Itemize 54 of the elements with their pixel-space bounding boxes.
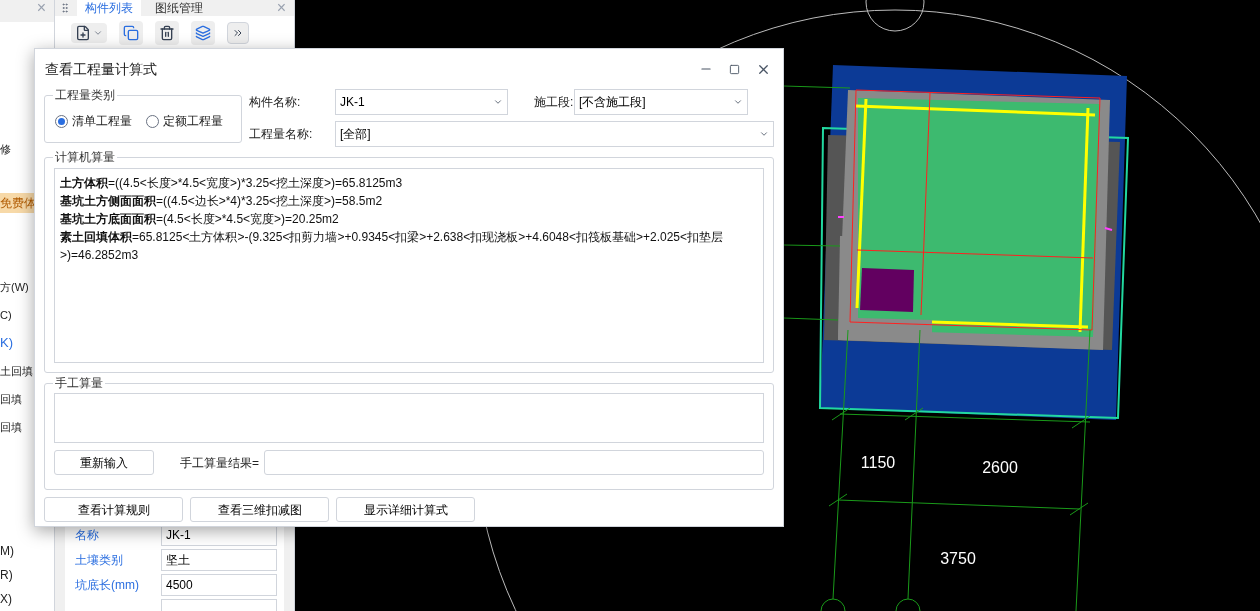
- maximize-icon[interactable]: [729, 63, 740, 75]
- manual-input-box[interactable]: [54, 393, 764, 443]
- dropdown-field[interactable]: [全部]: [335, 121, 774, 147]
- dropdown-field[interactable]: JK-1: [335, 89, 508, 115]
- dimension-text: 3750: [940, 550, 976, 567]
- action-button[interactable]: 显示详细计算式: [336, 497, 475, 522]
- panel-tab[interactable]: 图纸管理: [147, 0, 211, 16]
- layers-icon: [195, 25, 211, 41]
- field-label: 手工算量结果=: [180, 454, 259, 472]
- action-button[interactable]: 查看计算规则: [44, 497, 183, 522]
- more-button[interactable]: [227, 22, 249, 44]
- field-label: 工程量名称:: [249, 126, 314, 143]
- caret-icon: [493, 97, 503, 107]
- panel-tab[interactable]: 构件列表: [77, 0, 141, 16]
- tree-item[interactable]: X): [0, 587, 54, 611]
- caret-icon: [759, 129, 769, 139]
- caret-icon: [733, 97, 743, 107]
- property-label: 名称: [75, 527, 100, 544]
- dimension-text: 2600: [982, 459, 1018, 476]
- action-button[interactable]: 查看三维扣减图: [190, 497, 329, 522]
- tree-item[interactable]: R): [0, 563, 54, 587]
- formula-line: 基坑土方底面面积=(4.5<长度>*4.5<宽度>)=20.25m2: [60, 211, 340, 228]
- dimension-text: 1150: [860, 454, 896, 471]
- file-icon: [75, 25, 91, 41]
- radio-option[interactable]: 清单工程量: [55, 112, 132, 130]
- field-label: 施工段:: [533, 94, 574, 111]
- axis-marker: [820, 598, 846, 611]
- group-title: 工程量类别: [53, 87, 117, 103]
- property-value-field[interactable]: 4500: [161, 574, 277, 596]
- new-file-button[interactable]: [71, 23, 107, 43]
- radio-option[interactable]: 定额工程量: [146, 112, 223, 130]
- tree-item[interactable]: M): [0, 539, 54, 563]
- property-label: 坑底长(mm): [75, 577, 140, 594]
- caret-icon: [93, 28, 103, 38]
- reenter-button[interactable]: 重新输入: [54, 450, 154, 475]
- copy-button[interactable]: [119, 21, 143, 45]
- dropdown-field[interactable]: [不含施工段]: [574, 89, 748, 115]
- group-title: 计算机算量: [53, 149, 117, 165]
- axis-marker: [895, 598, 921, 611]
- layers-button[interactable]: [191, 21, 215, 45]
- delete-button[interactable]: [155, 21, 179, 45]
- field-label: 构件名称:: [249, 94, 302, 111]
- property-label: 土壤类别: [75, 552, 124, 569]
- trash-icon: [159, 25, 175, 41]
- property-value-field[interactable]: 坚土: [161, 549, 277, 571]
- grip-icon: [59, 2, 71, 14]
- window-title: 查看工程量计算式: [45, 59, 157, 79]
- formula-line: 素土回填体积=65.8125<土方体积>-(9.325<扣剪力墙>+0.9345<扣梁>+2.638<扣现浇板>+4.6048<扣筏板基础>+2.025<扣垫层>)=46.2852m3: [60, 229, 724, 264]
- formula-line: 土方体积=((4.5<长度>*4.5<宽度>)*3.25<挖土深度>)=65.8125m3: [60, 175, 404, 192]
- result-input-field[interactable]: [264, 450, 764, 475]
- group-title: 手工算量: [53, 375, 105, 391]
- chevrons-icon: [232, 27, 244, 39]
- formula-line: 基坑土方侧面面积=((4.5<边长>*4)*3.25<挖土深度>)=58.5m2: [60, 193, 384, 210]
- copy-icon: [123, 25, 139, 41]
